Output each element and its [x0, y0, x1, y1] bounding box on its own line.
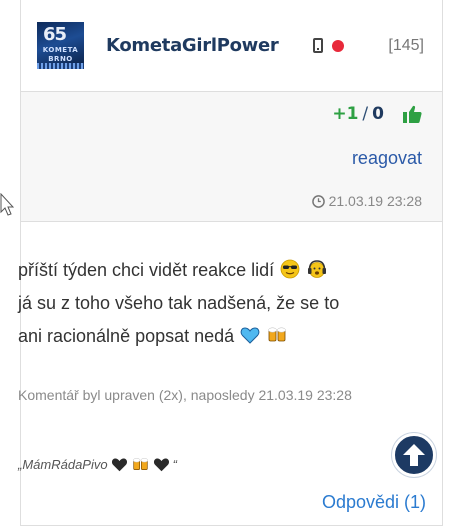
- black-heart-icon: [153, 458, 169, 472]
- beer-cheers-emoji-icon: [268, 327, 286, 342]
- blue-heart-icon: [240, 327, 260, 344]
- username-link[interactable]: KometaGirlPower: [106, 35, 279, 56]
- signature-close-quote: “: [172, 457, 177, 472]
- timestamp: 21.03.19 23:28: [311, 193, 422, 209]
- edited-note: Komentář byl upraven (2x), naposledy 21.…: [18, 387, 352, 403]
- signature-text: „MámRádaPivo: [18, 457, 108, 472]
- user-signature: „MámRádaPivo “: [18, 456, 177, 473]
- mouse-cursor-icon: [0, 193, 14, 216]
- avatar[interactable]: 65 KOMETA BRNO: [37, 22, 84, 69]
- headphones-emoji-icon: [308, 260, 327, 278]
- avatar-logo-number: 65: [43, 24, 67, 45]
- vote-plus: +1: [332, 104, 359, 124]
- vote-score: +1 / 0: [332, 104, 422, 124]
- react-link[interactable]: reagovat: [352, 148, 422, 169]
- sunglasses-emoji-icon: [280, 259, 300, 279]
- timestamp-text: 21.03.19 23:28: [328, 193, 422, 209]
- vote-minus: 0: [372, 104, 384, 124]
- comment-body: příští týden chci vidět reakce lidí já s…: [18, 254, 413, 353]
- avatar-logo-text-2: BRNO: [48, 55, 73, 63]
- avatar-logo-text: KOMETA: [42, 46, 79, 54]
- comment-line-3: ani racionálně popsat nedá: [18, 326, 235, 346]
- black-heart-icon: [111, 458, 127, 472]
- beer-cheers-emoji-icon: [132, 458, 148, 470]
- scroll-to-top-button[interactable]: [392, 433, 436, 477]
- comment-line-1: příští týden chci vidět reakce lidí: [18, 260, 275, 280]
- replies-link[interactable]: Odpovědi (1): [322, 492, 426, 513]
- clock-icon: [311, 194, 325, 208]
- post-count: [145]: [388, 37, 424, 54]
- comment-meta-bar: +1 / 0 reagovat 21.03.19 23:28: [21, 92, 442, 222]
- online-status-dot: [332, 40, 344, 52]
- thumbs-up-icon[interactable]: [402, 104, 422, 124]
- comment-line-2: já su z toho všeho tak nadšená, že se to: [18, 293, 340, 313]
- comment-header: 65 KOMETA BRNO KometaGirlPower [145]: [21, 0, 442, 92]
- mobile-phone-icon: [313, 38, 323, 53]
- arrow-up-icon: [403, 444, 425, 466]
- avatar-crowd: [37, 63, 84, 69]
- vote-separator: /: [362, 104, 369, 124]
